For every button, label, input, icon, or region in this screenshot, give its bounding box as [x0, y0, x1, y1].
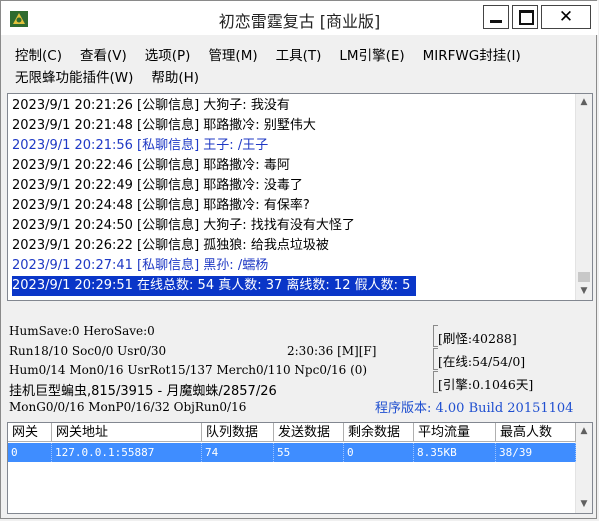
log-line[interactable]: 2023/9/1 20:27:41 [私聊信息] 黑孙: /蠕杨 [12, 256, 268, 276]
log-line[interactable]: 2023/9/1 20:22:49 [公聊信息] 耶路撒冷: 没毒了 [12, 176, 303, 196]
table-header[interactable]: 平均流量 [414, 423, 496, 442]
table-header[interactable]: 队列数据 [202, 423, 274, 442]
table-cell: 74 [202, 443, 274, 462]
table-cell: 0 [344, 443, 414, 462]
close-icon: ✕ [558, 7, 574, 27]
table-cell: 127.0.0.1:55887 [52, 443, 202, 462]
menu-item[interactable]: 工具(T) [276, 44, 322, 64]
log-line[interactable]: 2023/9/1 20:29:51 在线总数: 54 真人数: 37 离线数: … [12, 276, 417, 296]
log-line[interactable]: 2023/9/1 20:26:22 [公聊信息] 孤独狼: 给我点垃圾被 [12, 236, 329, 256]
online-counter: [在线:54/54/0] [432, 348, 525, 370]
log-line[interactable]: 2023/9/1 20:21:26 [公聊信息] 大狗子: 我没有 [12, 96, 290, 116]
minimize-button[interactable] [483, 5, 509, 29]
maximize-button[interactable] [512, 5, 538, 29]
table-cell: 55 [274, 443, 344, 462]
gateway-table[interactable]: ▲ ▼ 网关 网关地址 队列数据 发送数据 剩余数据 平均流量 最高人数 0 127.0.0.1… [7, 422, 593, 514]
table-cell: 0 [8, 443, 52, 462]
menu-item[interactable]: 帮助(H) [151, 66, 199, 86]
clock-status: 2:30:36 [M][F] [287, 344, 377, 358]
scroll-up-icon[interactable]: ▲ [576, 94, 592, 111]
close-button[interactable]: ✕ [541, 5, 591, 29]
log-scrollbar[interactable]: ▲ ▼ [575, 94, 592, 300]
menu-item[interactable]: 控制(C) [15, 44, 62, 64]
table-header[interactable]: 网关地址 [52, 423, 202, 442]
hum-status: Hum0/14 Mon0/16 UsrRot15/137 Merch0/110 … [9, 363, 368, 377]
table-cell: 38/39 [496, 443, 576, 462]
table-header[interactable]: 最高人数 [496, 423, 576, 442]
mong-status: MonG0/0/16 MonP0/16/32 ObjRun0/16 [9, 400, 247, 414]
menu-bar: 控制(C) 查看(V) 选项(P) 管理(M) 工具(T) LM引擎(E) MIRFWG封挂… [15, 43, 585, 87]
table-row[interactable]: 0 127.0.0.1:55887 74 55 0 8.35KB 38/39 [8, 443, 576, 462]
title-bar[interactable]: 初恋雷霆复古 [商业版] ✕ [1, 1, 598, 35]
table-header[interactable]: 发送数据 [274, 423, 344, 442]
save-status: HumSave:0 HeroSave:0 [9, 324, 155, 338]
table-header[interactable]: 剩余数据 [344, 423, 414, 442]
version-label: 程序版本: 4.00 Build 20151104 [375, 401, 574, 416]
menu-item[interactable]: 查看(V) [80, 44, 127, 64]
log-panel[interactable]: 2023/9/1 20:29:51 在线总数: 54 真人数: 37 离线数: … [7, 93, 593, 301]
scroll-down-icon[interactable]: ▼ [576, 283, 592, 300]
main-window: 初恋雷霆复古 [商业版] ✕ 控制(C) 查看(V) 选项(P) 管理(M) 工具(T)… [0, 0, 598, 519]
table-header[interactable]: 网关 [8, 423, 52, 442]
menu-item[interactable]: LM引擎(E) [339, 44, 404, 64]
log-line[interactable]: 2023/9/1 20:22:46 [公聊信息] 耶路撒冷: 毒阿 [12, 156, 290, 176]
log-line[interactable]: 2023/9/1 20:24:50 [公聊信息] 大狗子: 找找有没有大怪了 [12, 216, 355, 236]
log-line[interactable]: 2023/9/1 20:21:56 [私聊信息] 王子: /王子 [12, 136, 268, 156]
scroll-down-icon[interactable]: ▼ [576, 496, 592, 513]
menu-item[interactable]: 管理(M) [208, 44, 257, 64]
log-line[interactable]: 2023/9/1 20:24:48 [公聊信息] 耶路撒冷: 有保率? [12, 196, 310, 216]
refresh-counter: [刷怪:40288] [433, 325, 517, 347]
menu-row: 控制(C) 查看(V) 选项(P) 管理(M) 工具(T) LM引擎(E) MIRFWG封挂… [15, 43, 585, 65]
table-cell: 8.35KB [414, 443, 496, 462]
monster-info: 挂机巨型蝙虫,815/3915 - 月魔蜘蛛/2857/26 [9, 384, 277, 399]
scroll-up-icon[interactable]: ▲ [576, 423, 592, 440]
engine-uptime: [引擎:0.1046天] [432, 371, 533, 393]
scroll-thumb[interactable] [578, 272, 590, 282]
log-line[interactable]: 2023/9/1 20:21:48 [公聊信息] 耶路撒冷: 别墅伟大 [12, 116, 316, 136]
run-status: Run18/10 Soc0/0 Usr0/30 [9, 344, 167, 358]
menu-item[interactable]: MIRFWG封挂(I) [423, 44, 521, 64]
menu-item[interactable]: 无限蜂功能插件(W) [15, 66, 133, 86]
table-scrollbar[interactable]: ▲ ▼ [575, 423, 592, 513]
menu-row: 无限蜂功能插件(W) 帮助(H) [15, 65, 585, 87]
menu-item[interactable]: 选项(P) [145, 44, 191, 64]
